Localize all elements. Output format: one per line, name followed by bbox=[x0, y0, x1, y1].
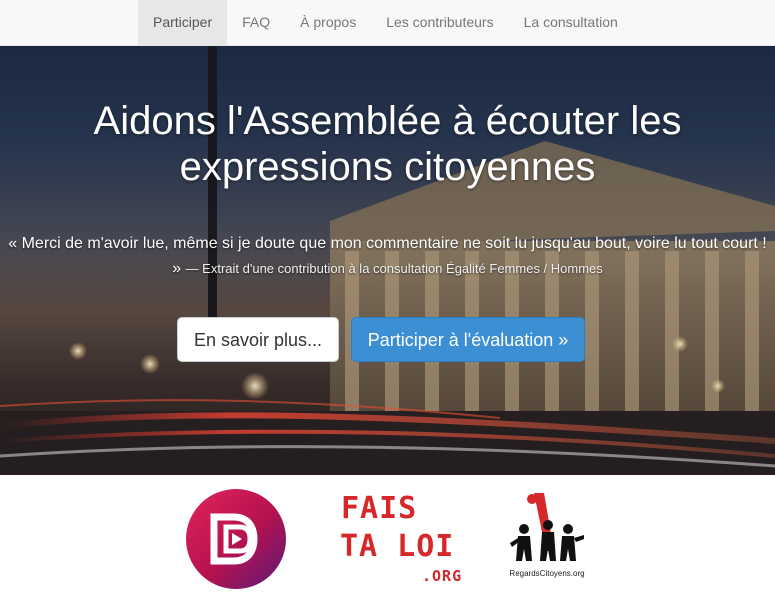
nav-item-contributeurs[interactable]: Les contributeurs bbox=[371, 0, 508, 46]
democratie-ouverte-logo[interactable] bbox=[186, 489, 286, 589]
nav-item-a-propos[interactable]: À propos bbox=[285, 0, 371, 46]
nav-item-consultation[interactable]: La consultation bbox=[509, 0, 633, 46]
participate-evaluation-button[interactable]: Participer à l'évaluation » bbox=[351, 317, 585, 362]
hero-title-line-1: Aidons l'Assemblée à écouter les bbox=[93, 99, 682, 143]
fais-ta-loi-line-1: FAIS bbox=[341, 491, 418, 526]
nav-menu: Participer FAQ À propos Les contributeur… bbox=[138, 0, 633, 46]
top-navbar: Participer FAQ À propos Les contributeur… bbox=[0, 0, 775, 46]
hero-quote: « Merci de m'avoir lue, même si je doute… bbox=[6, 231, 769, 281]
hero-banner: Aidons l'Assemblée à écouter les express… bbox=[0, 46, 775, 475]
regards-citoyens-logo[interactable]: RegardsCitoyens.org bbox=[504, 491, 590, 587]
partner-logos: FAIS TA LOI .ORG RegardsCitoyens.org bbox=[0, 475, 775, 614]
regards-citoyens-figures-icon bbox=[510, 493, 584, 561]
fais-ta-loi-line-3: .ORG bbox=[422, 567, 463, 585]
fais-ta-loi-logo[interactable]: FAIS TA LOI .ORG bbox=[338, 491, 468, 591]
hero-title-line-2: expressions citoyennes bbox=[179, 145, 596, 189]
nav-item-participer[interactable]: Participer bbox=[138, 0, 228, 46]
nav-item-faq[interactable]: FAQ bbox=[227, 0, 285, 46]
regards-citoyens-caption: RegardsCitoyens.org bbox=[509, 569, 585, 578]
learn-more-button[interactable]: En savoir plus... bbox=[177, 317, 339, 362]
quote-source: — Extrait d'une contribution à la consul… bbox=[185, 261, 603, 276]
fais-ta-loi-line-2: TA LOI bbox=[340, 529, 455, 564]
hero-title: Aidons l'Assemblée à écouter les express… bbox=[20, 98, 755, 190]
